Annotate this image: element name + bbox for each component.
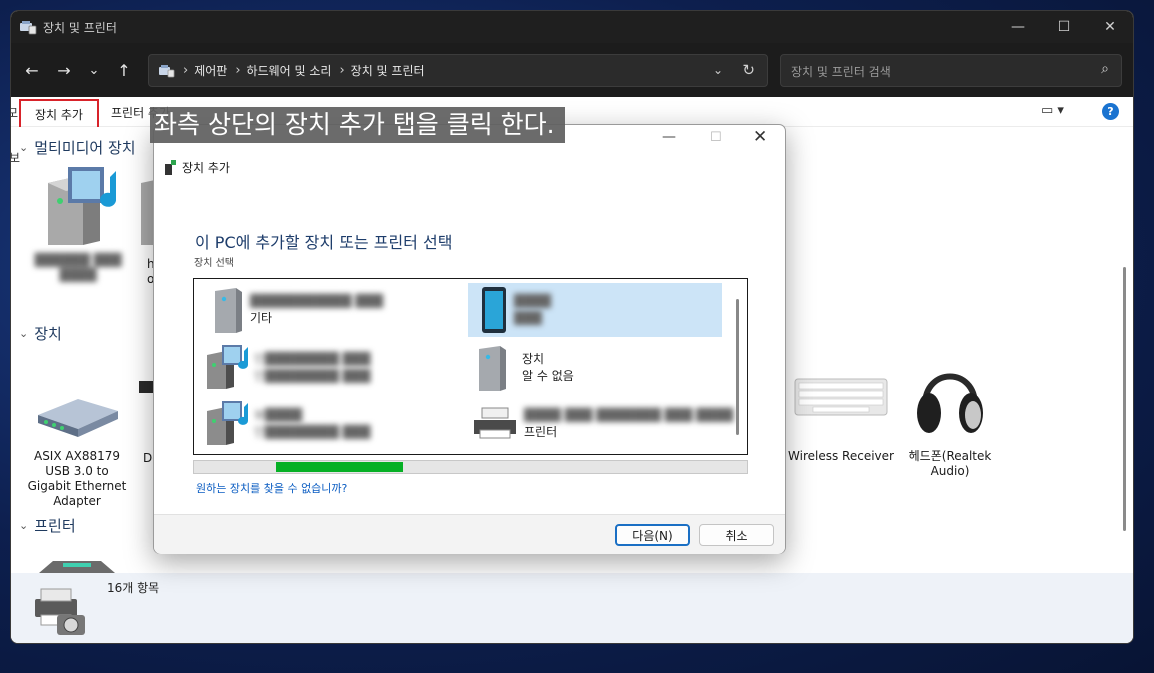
headphones-icon: [917, 373, 983, 433]
network-adapter-icon: [38, 399, 118, 437]
add-device-dialog: — ☐ ✕ 장치 추가 이 PC에 추가할 장치 또는 프린터 선택 장치 선택…: [153, 124, 786, 554]
device-list-item[interactable]: 뷰████ 인████████ ███: [204, 397, 460, 451]
device-item-type: 인████████ ███: [254, 425, 371, 439]
view-options-icon[interactable]: ▭ ▾: [1041, 103, 1064, 118]
device-list-item-selected[interactable]: ████ ███: [468, 283, 722, 337]
computer-tower-icon: [479, 346, 506, 391]
control-panel-icon: [159, 64, 175, 77]
device-list-item[interactable]: ███████████ ███ 기타: [212, 283, 468, 337]
device-headphones[interactable]: 헤드폰(Realtek Audio): [897, 355, 1003, 479]
add-device-button[interactable]: 장치 추가: [19, 99, 99, 129]
minimize-button[interactable]: —: [995, 11, 1041, 43]
device-item-type: 알 수 없음: [522, 369, 574, 383]
dialog-title-label: 장치 추가: [182, 161, 230, 175]
tutorial-caption: 좌측 상단의 장치 추가 탭을 클릭 한다.: [150, 107, 565, 143]
group-printers-label: 프린터: [34, 517, 76, 535]
breadcrumb-hardware-sound[interactable]: 하드웨어 및 소리: [247, 62, 332, 79]
device-list-item[interactable]: 장치 알 수 없음: [476, 341, 732, 395]
chevron-down-icon: ⌄: [19, 519, 29, 532]
dialog-footer: 다음(N) 취소: [154, 514, 785, 554]
dialog-heading: 이 PC에 추가할 장치 또는 프린터 선택: [195, 233, 453, 252]
breadcrumb-separator: ›: [235, 63, 241, 78]
breadcrumb-separator: ›: [183, 63, 189, 78]
group-multimedia-label: 멀티미디어 장치: [34, 139, 136, 157]
keyboard-icon: [794, 378, 888, 416]
search-input[interactable]: 장치 및 프린터 검색 ⌕: [780, 54, 1122, 87]
progress-fill: [276, 462, 403, 472]
back-button[interactable]: ←: [16, 54, 48, 86]
multimedia-device-1-label: ██████ ███ ████: [34, 253, 122, 282]
dialog-subheading: 장치 선택: [194, 258, 234, 269]
printer-camera-icon: [35, 588, 85, 635]
multimedia-device-1[interactable]: ██████ ███ ████: [23, 163, 133, 283]
device-wireless-receiver-label: Wireless Receiver: [788, 449, 894, 463]
device-item-type: 프린터: [524, 425, 558, 439]
add-device-icon: [165, 159, 176, 175]
cannot-find-device-link[interactable]: 원하는 장치를 찾을 수 없습니까?: [196, 480, 347, 496]
device-item-name: 뷰████: [254, 408, 302, 422]
refresh-icon[interactable]: ↻: [742, 61, 755, 79]
device-item-name: ███████████ ███: [250, 294, 384, 308]
next-button[interactable]: 다음(N): [615, 524, 690, 546]
breadcrumb-separator: ›: [339, 63, 345, 78]
item-count: 16개 항목: [107, 581, 160, 595]
device-headphones-label: 헤드폰(Realtek Audio): [908, 449, 992, 478]
search-placeholder: 장치 및 프린터 검색: [791, 65, 891, 79]
device-list-item[interactable]: 인████████ ███ 인████████ ███: [204, 341, 460, 395]
title-bar: 장치 및 프린터 — ☐ ✕: [11, 11, 1133, 43]
address-dropdown-icon[interactable]: ⌄: [713, 63, 723, 77]
search-icon[interactable]: ⌕: [1101, 61, 1109, 77]
help-icon[interactable]: ?: [1102, 103, 1119, 120]
chevron-down-icon: ⌄: [19, 327, 29, 340]
dialog-close-button[interactable]: ✕: [753, 127, 767, 147]
dialog-title: 장치 추가: [164, 159, 230, 176]
cancel-button[interactable]: 취소: [699, 524, 774, 546]
device-item-name: ████: [514, 294, 551, 308]
device-wireless-receiver[interactable]: Wireless Receiver: [783, 373, 899, 464]
group-devices-label: 장치: [34, 325, 62, 343]
group-printers[interactable]: ⌄ 프린터: [19, 515, 76, 536]
devices-printers-icon: [20, 21, 37, 35]
media-server-icon: [207, 401, 248, 445]
dialog-maximize-button: ☐: [710, 130, 722, 145]
toolbar-cut-label: 모: [11, 104, 18, 121]
device-item-name: 인████████ ███: [254, 352, 371, 366]
address-bar[interactable]: › 제어판 › 하드웨어 및 소리 › 장치 및 프린터 ⌄ ↻: [148, 54, 768, 87]
device-item-name: ████ ███ ███████ ███ ████: [524, 408, 734, 422]
group-devices[interactable]: ⌄ 장치: [19, 323, 62, 344]
window-title: 장치 및 프린터: [43, 20, 117, 35]
printer-icon: [474, 407, 516, 439]
navigation-bar: ← → ⌄ ↑ › 제어판 › 하드웨어 및 소리 › 장치 및 프린터 ⌄ ↻…: [11, 43, 1133, 97]
content-scrollbar[interactable]: [1123, 267, 1126, 531]
chevron-down-icon: ⌄: [19, 141, 29, 154]
details-pane: 16개 항목: [11, 573, 1133, 643]
device-asix-adapter[interactable]: ASIX AX88179 USB 3.0 to Gigabit Ethernet…: [23, 389, 131, 509]
breadcrumb-control-panel[interactable]: 제어판: [194, 62, 227, 79]
printer-device-1[interactable]: [31, 559, 123, 573]
computer-tower-icon: [215, 288, 242, 333]
device-item-type: ███: [514, 311, 542, 325]
search-progress-bar: [193, 460, 748, 474]
device-item-type: 인████████ ███: [254, 369, 371, 383]
group-multimedia[interactable]: ⌄ 멀티미디어 장치: [19, 137, 136, 158]
forward-button[interactable]: →: [48, 54, 80, 86]
device-asix-adapter-label: ASIX AX88179 USB 3.0 to Gigabit Ethernet…: [27, 449, 127, 508]
window-controls: — ☐ ✕: [995, 11, 1133, 43]
device-list-scrollbar[interactable]: [736, 299, 739, 435]
media-server-icon: [207, 345, 248, 389]
close-button[interactable]: ✕: [1087, 11, 1133, 43]
device-item-type: 기타: [250, 311, 273, 325]
device-list-item[interactable]: ████ ███ ███████ ███ ████ 프린터: [472, 397, 742, 451]
device-item-name: 장치: [522, 352, 545, 366]
up-button[interactable]: ↑: [108, 54, 140, 86]
printer-icon: [39, 561, 115, 573]
phone-icon: [482, 287, 506, 333]
breadcrumb-devices-printers[interactable]: 장치 및 프린터: [351, 62, 425, 79]
dialog-minimize-button[interactable]: —: [662, 129, 676, 145]
device-list[interactable]: ███████████ ███ 기타 ████ ███ 인████████ ██…: [193, 278, 748, 455]
recent-locations-button[interactable]: ⌄: [80, 54, 108, 86]
maximize-button[interactable]: ☐: [1041, 11, 1087, 43]
media-server-icon: [48, 167, 117, 245]
